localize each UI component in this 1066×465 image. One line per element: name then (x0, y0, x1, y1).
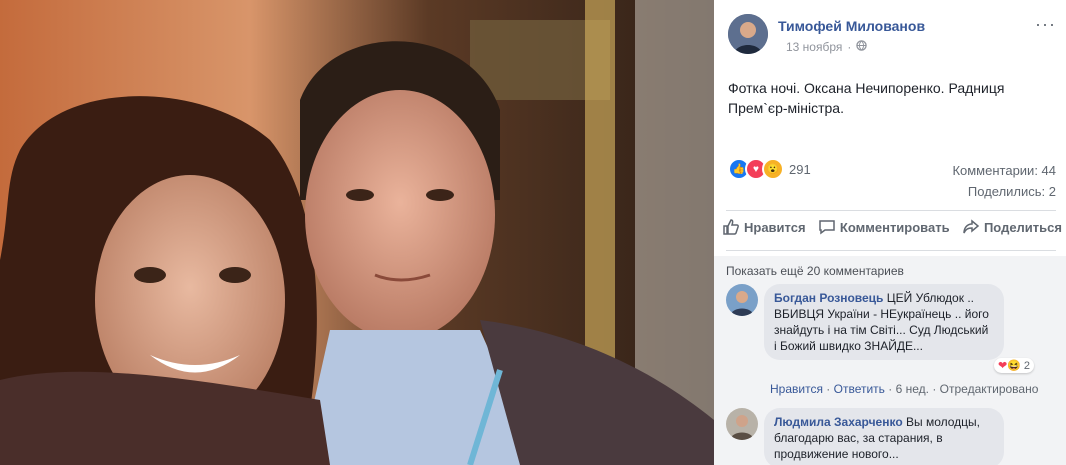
author-name[interactable]: Тимофей Милованов (778, 18, 925, 34)
show-more-comments-link[interactable]: Показать ещё 20 комментариев (726, 264, 904, 278)
share-label: Поделиться (983, 219, 1062, 235)
photo-image (0, 0, 714, 465)
reactions-count: 291 (789, 161, 811, 177)
commenter-avatar[interactable] (726, 408, 758, 440)
dot-separator: · (847, 40, 852, 54)
comment-bubble: Богдан Розновець ЦЕЙ Ублюдок .. ВБИВЦЯ У… (764, 284, 1004, 360)
post-text: Фотка ночі. Оксана Нечипоренко. Радниця … (728, 78, 1048, 118)
author-avatar[interactable] (728, 14, 768, 54)
comments-count[interactable]: Комментарии: 44 (952, 160, 1056, 181)
comment-edited[interactable]: Отредактировано (940, 382, 1039, 396)
commenter-name[interactable]: Богдан Розновець (774, 291, 883, 305)
love-reaction-icon: ❤ (998, 360, 1008, 372)
divider (726, 210, 1056, 211)
more-options-icon[interactable]: ··· (1035, 14, 1056, 35)
post-date[interactable]: 13 ноября (786, 40, 842, 54)
post-stats: Комментарии: 44 Поделились: 2 (952, 160, 1056, 202)
like-label: Нравится (744, 219, 806, 235)
comment-reply-link[interactable]: Ответить (834, 382, 885, 396)
comment-time[interactable]: 6 нед. (896, 382, 929, 396)
shares-count[interactable]: Поделились: 2 (952, 181, 1056, 202)
post-meta: 13 ноября · (786, 40, 868, 54)
comment-button[interactable]: Комментировать (818, 218, 950, 236)
comment-item: Богдан Розновець ЦЕЙ Ублюдок .. ВБИВЦЯ У… (726, 284, 1056, 404)
post-text-line: Прем`єр-міністра. (728, 100, 844, 116)
post-side-panel: Тимофей Милованов 13 ноября · ··· Фотка … (714, 0, 1066, 465)
haha-reaction-icon: 😆 (1007, 360, 1021, 372)
comment-icon (819, 220, 835, 235)
comment-like-link[interactable]: Нравится (770, 382, 823, 396)
reactions-summary[interactable]: 👍 ♥ 😮 291 (728, 158, 811, 180)
comment-reaction-count: 2 (1023, 359, 1031, 372)
post-photo[interactable] (0, 0, 714, 465)
commenter-name[interactable]: Людмила Захарченко (774, 415, 903, 429)
comment-label: Комментировать (839, 219, 950, 235)
globe-icon[interactable] (856, 40, 868, 54)
post-text-line: Фотка ночі. Оксана Нечипоренко. Радниця (728, 80, 1005, 96)
divider (726, 250, 1056, 251)
comment-bubble: Людмила Захарченко Вы молодцы, благодарю… (764, 408, 1004, 465)
share-icon (963, 219, 980, 234)
comment-actions: Нравится · Ответить · 6 нед. · Отредакти… (770, 382, 1039, 396)
like-button[interactable]: Нравится (722, 218, 806, 236)
share-button[interactable]: Поделиться (962, 218, 1062, 236)
comment-reactions[interactable]: ❤ 😆 2 (994, 358, 1035, 373)
post-actions: Нравится Комментировать Поделиться (722, 218, 1062, 236)
wow-reaction-icon: 😮 (762, 158, 784, 180)
thumbs-up-icon (723, 219, 739, 235)
comment-item: Людмила Захарченко Вы молодцы, благодарю… (726, 408, 1056, 465)
commenter-avatar[interactable] (726, 284, 758, 316)
